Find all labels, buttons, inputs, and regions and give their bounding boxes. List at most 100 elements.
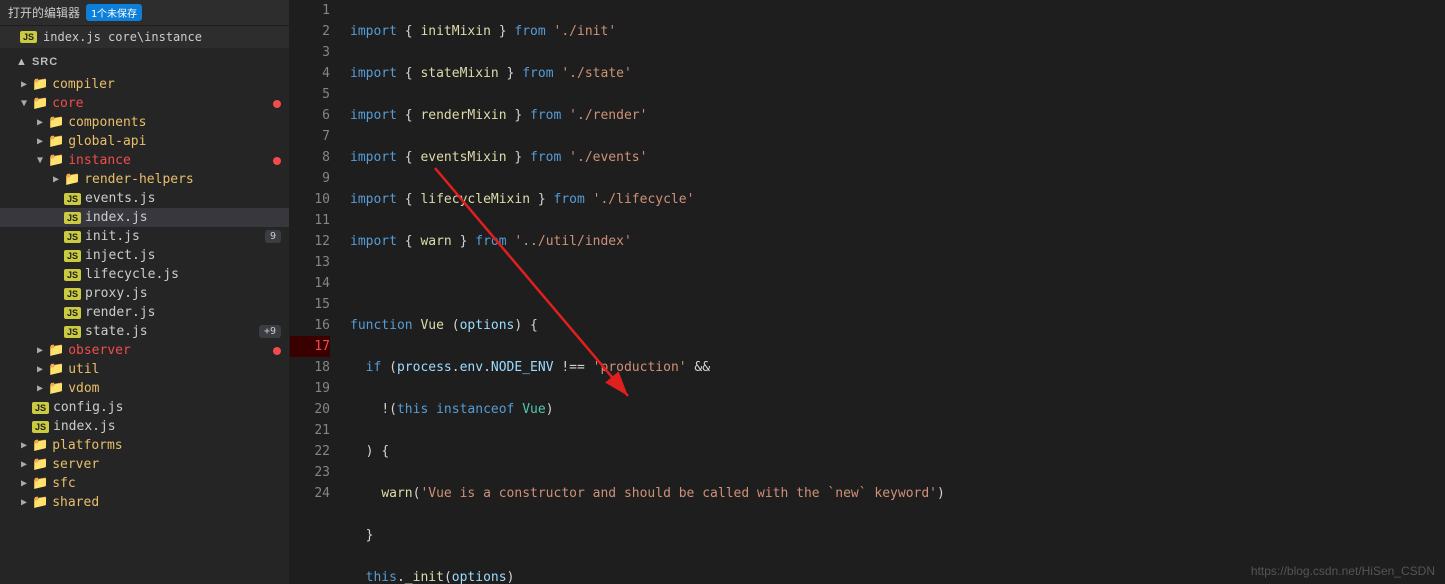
label-render-helpers: render-helpers <box>84 172 289 187</box>
folder-icon-sfc: 📁 <box>32 476 48 491</box>
tree-item-components[interactable]: ▶ 📁 components <box>0 113 289 132</box>
tree-item-observer[interactable]: ▶ 📁 observer <box>0 341 289 360</box>
line-num-7: 7 <box>290 126 330 147</box>
label-util: util <box>68 362 289 377</box>
tree-item-lifecycle-js[interactable]: ▶ JS lifecycle.js <box>0 265 289 284</box>
code-line-8: function Vue (options) { <box>350 315 1445 336</box>
label-shared: shared <box>52 495 289 510</box>
tree-item-global-api[interactable]: ▶ 📁 global-api <box>0 132 289 151</box>
label-root-index-js: index.js <box>53 419 289 434</box>
folder-icon-vdom: 📁 <box>48 381 64 396</box>
js-icon-config: JS <box>32 402 49 414</box>
tree-item-proxy-js[interactable]: ▶ JS proxy.js <box>0 284 289 303</box>
code-line-6: import { warn } from '../util/index' <box>350 231 1445 252</box>
code-line-1: import { initMixin } from './init' <box>350 21 1445 42</box>
code-line-10: !(this instanceof Vue) <box>350 399 1445 420</box>
line-num-21: 21 <box>290 420 330 441</box>
label-lifecycle-js: lifecycle.js <box>85 267 289 282</box>
tree-item-instance[interactable]: ▼ 📁 instance <box>0 151 289 170</box>
arrow-core: ▼ <box>16 98 32 109</box>
sidebar-header-label: 打开的编辑器 <box>8 4 80 21</box>
folder-icon-instance: 📁 <box>48 153 64 168</box>
arrow-sfc: ▶ <box>16 478 32 489</box>
init-badge: 9 <box>265 230 281 243</box>
line-num-1: 1 <box>290 0 330 21</box>
code-line-13: } <box>350 525 1445 546</box>
folder-icon-util: 📁 <box>48 362 64 377</box>
js-icon-root-index: JS <box>32 421 49 433</box>
src-section-label: ▲ SRC <box>8 52 66 72</box>
arrow-instance: ▼ <box>32 155 48 166</box>
tree-item-compiler[interactable]: ▶ 📁 compiler <box>0 75 289 94</box>
tree-item-server[interactable]: ▶ 📁 server <box>0 455 289 474</box>
tree-item-init-js[interactable]: ▶ JS init.js 9 <box>0 227 289 246</box>
folder-icon-render-helpers: 📁 <box>64 172 80 187</box>
unsaved-badge: 1个未保存 <box>86 4 142 21</box>
tree-item-root-index-js[interactable]: ▶ JS index.js <box>0 417 289 436</box>
label-events-js: events.js <box>85 191 289 206</box>
line-num-14: 14 <box>290 273 330 294</box>
tree-item-util[interactable]: ▶ 📁 util <box>0 360 289 379</box>
tree-item-index-js[interactable]: ▶ JS index.js <box>0 208 289 227</box>
line-num-15: 15 <box>290 294 330 315</box>
js-file-icon: JS <box>20 31 37 43</box>
line-num-6: 6 <box>290 105 330 126</box>
folder-icon-platforms: 📁 <box>32 438 48 453</box>
folder-icon-global-api: 📁 <box>48 134 64 149</box>
folder-icon-compiler: 📁 <box>32 77 48 92</box>
line-num-12: 12 <box>290 231 330 252</box>
tree-item-render-helpers[interactable]: ▶ 📁 render-helpers <box>0 170 289 189</box>
code-line-3: import { renderMixin } from './render' <box>350 105 1445 126</box>
arrow-vdom: ▶ <box>32 383 48 394</box>
folder-icon-observer: 📁 <box>48 343 64 358</box>
line-num-3: 3 <box>290 42 330 63</box>
open-file-label: index.js core\instance <box>43 30 202 44</box>
label-config-js: config.js <box>53 400 289 415</box>
label-global-api: global-api <box>68 134 289 149</box>
instance-dot <box>273 157 281 165</box>
folder-icon-server: 📁 <box>32 457 48 472</box>
label-platforms: platforms <box>52 438 289 453</box>
observer-dot <box>273 347 281 355</box>
code-line-12: warn('Vue is a constructor and should be… <box>350 483 1445 504</box>
label-core: core <box>52 96 273 111</box>
tree-item-render-js[interactable]: ▶ JS render.js <box>0 303 289 322</box>
arrow-observer: ▶ <box>32 345 48 356</box>
code-line-9: if (process.env.NODE_ENV !== 'production… <box>350 357 1445 378</box>
code-content: import { initMixin } from './init' impor… <box>340 0 1445 584</box>
code-line-11: ) { <box>350 441 1445 462</box>
js-icon-lifecycle: JS <box>64 269 81 281</box>
folder-icon-core: 📁 <box>32 96 48 111</box>
code-line-2: import { stateMixin } from './state' <box>350 63 1445 84</box>
label-index-js: index.js <box>85 210 289 225</box>
tree-item-config-js[interactable]: ▶ JS config.js <box>0 398 289 417</box>
tree-item-shared[interactable]: ▶ 📁 shared <box>0 493 289 512</box>
tree-item-platforms[interactable]: ▶ 📁 platforms <box>0 436 289 455</box>
js-icon-events: JS <box>64 193 81 205</box>
code-line-7 <box>350 273 1445 294</box>
watermark: https://blog.csdn.net/HiSen_CSDN <box>1251 564 1435 578</box>
line-num-20: 20 <box>290 399 330 420</box>
open-file-item[interactable]: JS index.js core\instance <box>0 26 289 48</box>
label-state-js: state.js <box>85 324 259 339</box>
label-instance: instance <box>68 153 273 168</box>
line-num-13: 13 <box>290 252 330 273</box>
line-num-18: 18 <box>290 357 330 378</box>
tree-item-core[interactable]: ▼ 📁 core <box>0 94 289 113</box>
arrow-global-api: ▶ <box>32 136 48 147</box>
tree-item-state-js[interactable]: ▶ JS state.js +9 <box>0 322 289 341</box>
js-icon-proxy: JS <box>64 288 81 300</box>
line-num-24: 24 <box>290 483 330 504</box>
arrow-components: ▶ <box>32 117 48 128</box>
line-num-2: 2 <box>290 21 330 42</box>
label-sfc: sfc <box>52 476 289 491</box>
tree-item-inject-js[interactable]: ▶ JS inject.js <box>0 246 289 265</box>
label-init-js: init.js <box>85 229 265 244</box>
arrow-render-helpers: ▶ <box>48 174 64 185</box>
tree-item-vdom[interactable]: ▶ 📁 vdom <box>0 379 289 398</box>
js-icon-inject: JS <box>64 250 81 262</box>
sidebar-header: 打开的编辑器 1个未保存 <box>0 0 289 26</box>
line-num-22: 22 <box>290 441 330 462</box>
tree-item-events-js[interactable]: ▶ JS events.js <box>0 189 289 208</box>
tree-item-sfc[interactable]: ▶ 📁 sfc <box>0 474 289 493</box>
